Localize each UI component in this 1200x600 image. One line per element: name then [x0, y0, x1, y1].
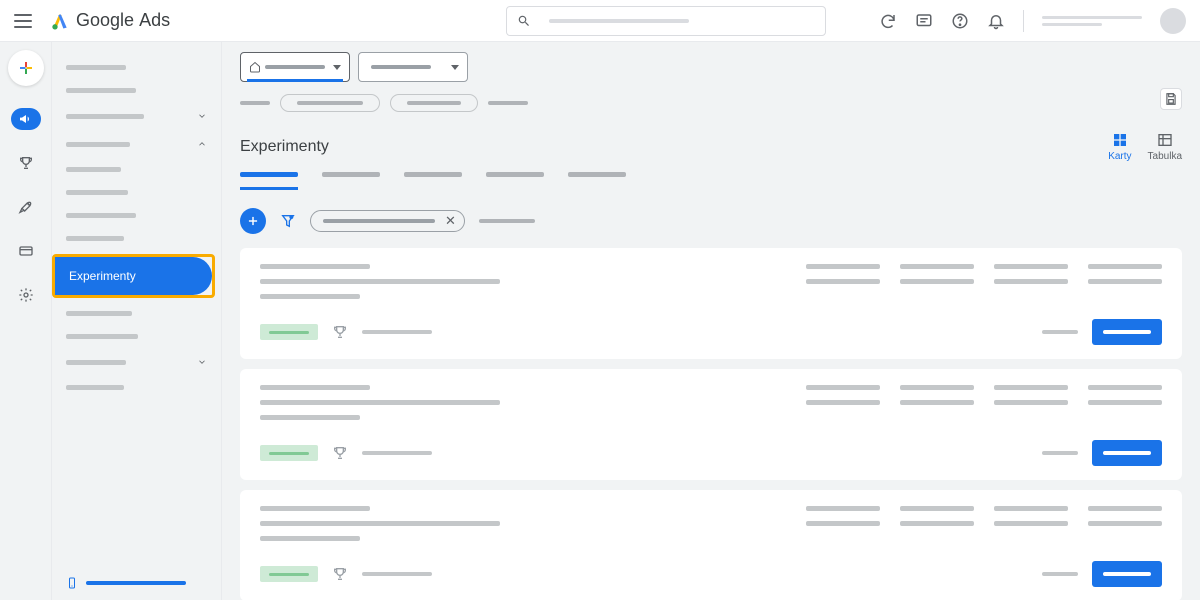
nav-tools[interactable] [11, 196, 41, 218]
product-name: Google Ads [76, 10, 170, 31]
breadcrumb-pill[interactable] [390, 94, 478, 112]
plus-multicolor-icon [18, 60, 34, 76]
nav-billing[interactable] [11, 240, 41, 262]
breadcrumb-item[interactable] [240, 101, 270, 105]
primary-action-button[interactable] [1092, 561, 1162, 587]
sidebar-item[interactable] [52, 79, 221, 102]
tab[interactable] [240, 172, 298, 190]
account-selector[interactable] [240, 52, 350, 82]
view-table-button[interactable]: Tabulka [1148, 132, 1182, 162]
toolbar-label [479, 219, 535, 223]
sidebar-item[interactable] [52, 376, 221, 399]
status-badge [260, 445, 318, 461]
home-icon [249, 61, 261, 73]
grid-icon [1112, 132, 1128, 148]
search-input[interactable] [506, 6, 826, 36]
notifications-icon[interactable] [987, 12, 1005, 30]
sidebar-item[interactable] [52, 227, 221, 250]
filter-icon[interactable] [280, 213, 296, 229]
experiment-card [240, 369, 1182, 480]
card-meta [362, 330, 432, 334]
device-icon [66, 576, 78, 590]
secondary-link[interactable] [1042, 451, 1078, 455]
filter-chip[interactable]: ✕ [310, 210, 465, 232]
trophy-icon [332, 324, 348, 340]
tab[interactable] [322, 172, 380, 190]
tools-icon [18, 199, 34, 215]
gear-icon [18, 287, 34, 303]
status-badge [260, 324, 318, 340]
chat-icon[interactable] [915, 12, 933, 30]
refresh-icon[interactable] [879, 12, 897, 30]
sidebar-item[interactable] [52, 181, 221, 204]
sidebar-item[interactable] [52, 56, 221, 79]
menu-icon[interactable] [14, 14, 32, 28]
secondary-link[interactable] [1042, 572, 1078, 576]
main-content: Experimenty Karty Tabulka [222, 42, 1200, 600]
table-icon [1157, 132, 1173, 148]
app-header: Google Ads [0, 0, 1200, 42]
toolbar: ✕ [240, 208, 1182, 234]
save-icon [1164, 92, 1178, 106]
scope-selector[interactable] [358, 52, 468, 82]
page-title: Experimenty [240, 138, 329, 156]
tabs [240, 172, 1182, 190]
sidebar-highlight: Experimenty [52, 254, 215, 298]
card-meta [362, 572, 432, 576]
plus-icon [246, 214, 260, 228]
nav-goals[interactable] [11, 152, 41, 174]
icon-rail [0, 42, 52, 600]
sidebar-item[interactable] [52, 204, 221, 227]
view-cards-button[interactable]: Karty [1108, 132, 1131, 162]
chevron-down-icon [197, 111, 207, 121]
search-placeholder [549, 19, 689, 23]
save-button[interactable] [1160, 88, 1182, 110]
create-button[interactable] [8, 50, 44, 86]
primary-action-button[interactable] [1092, 440, 1162, 466]
sidebar-item[interactable] [52, 325, 221, 348]
breadcrumb-pill[interactable] [280, 94, 380, 112]
trophy-icon [332, 445, 348, 461]
filter-chip-label [323, 219, 435, 223]
sidebar-item[interactable] [52, 102, 221, 130]
chevron-up-icon [197, 139, 207, 149]
close-icon[interactable]: ✕ [445, 213, 456, 229]
sidebar-item[interactable] [52, 348, 221, 376]
breadcrumb [240, 94, 1182, 112]
account-label[interactable] [1042, 16, 1142, 26]
search-icon [517, 14, 531, 28]
nav-admin[interactable] [11, 284, 41, 306]
product-logo[interactable]: Google Ads [50, 10, 170, 31]
primary-action-button[interactable] [1092, 319, 1162, 345]
google-ads-logo-icon [50, 11, 70, 31]
breadcrumb-item[interactable] [488, 101, 528, 105]
tab[interactable] [404, 172, 462, 190]
experiment-card [240, 248, 1182, 359]
sidebar-item[interactable] [52, 158, 221, 181]
secondary-link[interactable] [1042, 330, 1078, 334]
chevron-down-icon [197, 357, 207, 367]
card-icon [18, 243, 34, 259]
help-icon[interactable] [951, 12, 969, 30]
card-meta [362, 451, 432, 455]
divider [1023, 10, 1024, 32]
tab[interactable] [486, 172, 544, 190]
nav-campaigns[interactable] [11, 108, 41, 130]
add-button[interactable] [240, 208, 266, 234]
sidebar-footer-link[interactable] [66, 576, 186, 590]
avatar[interactable] [1160, 8, 1186, 34]
experiment-card [240, 490, 1182, 600]
status-badge [260, 566, 318, 582]
sidebar-item-experiments[interactable]: Experimenty [55, 257, 212, 295]
sidebar-item[interactable] [52, 302, 221, 325]
megaphone-icon [18, 111, 34, 127]
tab[interactable] [568, 172, 626, 190]
trophy-icon [332, 566, 348, 582]
trophy-icon [18, 155, 34, 171]
sidebar: Experimenty [52, 42, 222, 600]
sidebar-item[interactable] [52, 130, 221, 158]
